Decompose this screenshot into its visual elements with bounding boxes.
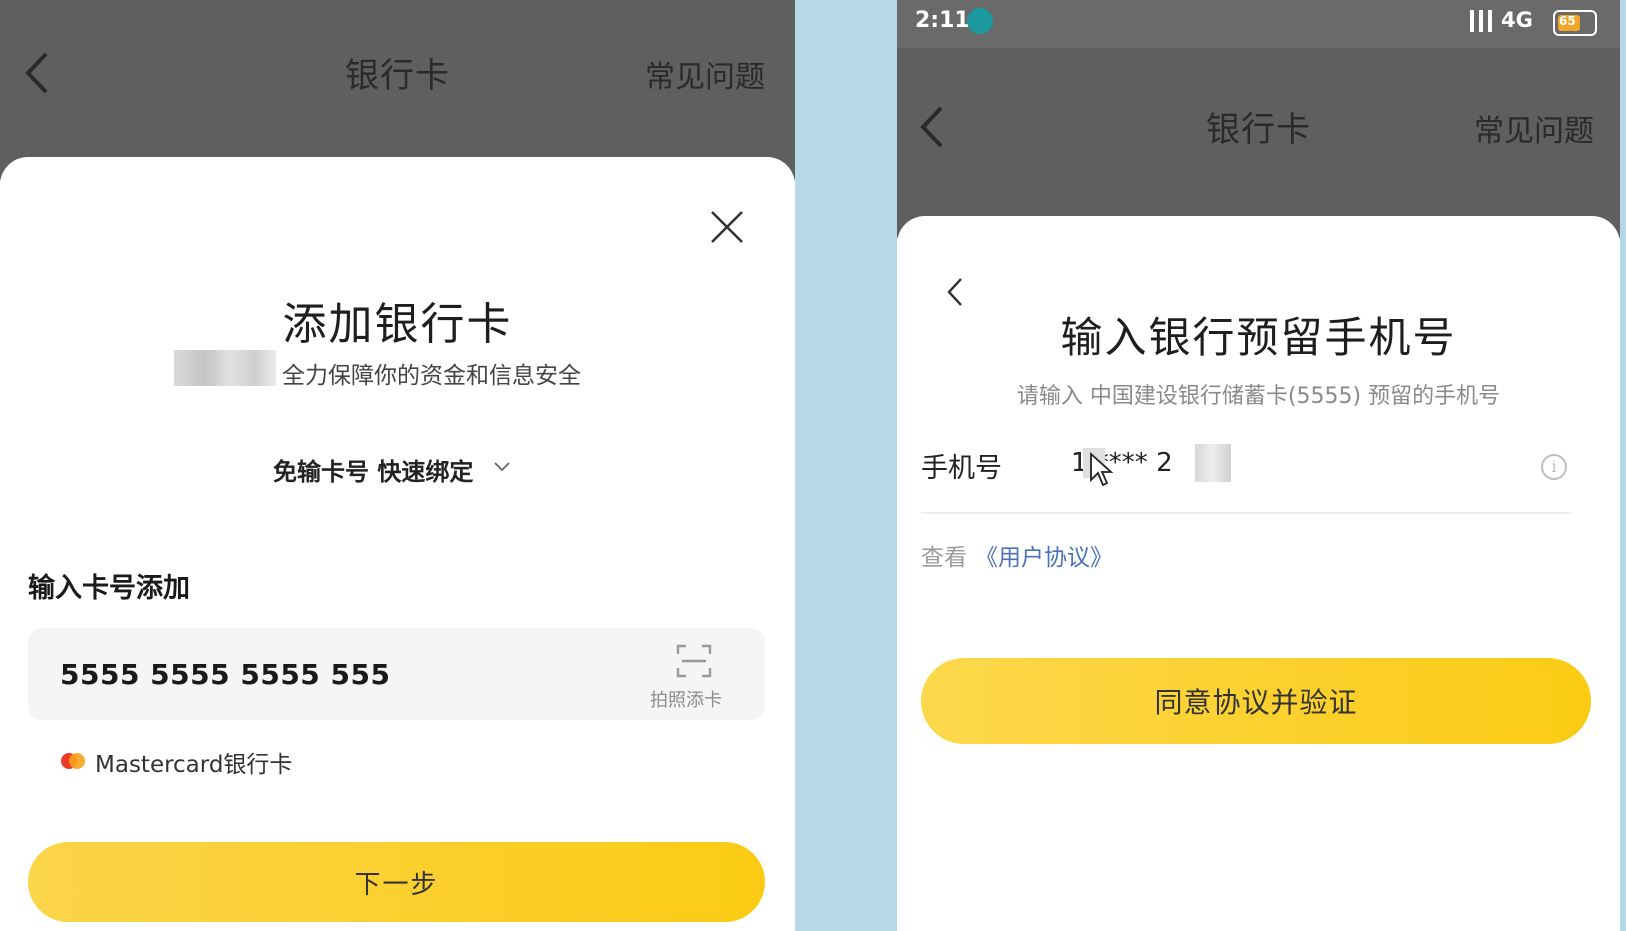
security-subtitle: 全力保障你的资金和信息安全 xyxy=(282,363,581,389)
user-agreement-link[interactable]: 《用户协议》 xyxy=(975,538,1113,572)
panel-divider xyxy=(795,0,897,931)
faq-link[interactable]: 常见问题 xyxy=(1474,106,1594,150)
faq-link[interactable]: 常见问题 xyxy=(645,52,765,96)
blurred-digit xyxy=(1195,444,1231,482)
close-icon[interactable] xyxy=(708,208,746,246)
sheet-title: 输入银行预留手机号 xyxy=(1060,313,1457,362)
left-screen: 银行卡 常见问题 添加银行卡 全力保障你的资金和信息安全 免输卡号 快速绑定 输… xyxy=(0,0,795,931)
scan-card-label[interactable]: 拍照添卡 xyxy=(650,686,722,712)
android-notification-icon xyxy=(967,8,993,34)
scan-card-icon[interactable] xyxy=(676,644,712,678)
section-title: 输入卡号添加 xyxy=(28,573,190,604)
battery-level: 65 xyxy=(1559,14,1576,28)
battery-icon: 65 xyxy=(1553,10,1597,36)
card-number-value[interactable]: 5555 5555 5555 555 xyxy=(60,658,390,691)
panel-edge xyxy=(1620,0,1626,931)
right-screen: 2:11 4G 65 银行卡 常见问题 输入银行预留手机号 请输入 中国建设银行… xyxy=(897,0,1620,931)
card-brand-label: Mastercard银行卡 xyxy=(95,752,293,778)
divider-line xyxy=(921,512,1571,514)
phone-label: 手机号 xyxy=(921,453,1002,484)
agree-and-verify-button[interactable]: 同意协议并验证 xyxy=(921,658,1591,744)
nav-bar: 银行卡 常见问题 xyxy=(897,48,1620,238)
network-type: 4G xyxy=(1501,8,1533,32)
quick-bind-option[interactable]: 免输卡号 快速绑定 xyxy=(273,452,473,487)
sheet-title: 添加银行卡 xyxy=(282,299,513,350)
sheet-subtitle: 请输入 中国建设银行储蓄卡(5555) 预留的手机号 xyxy=(1016,384,1501,409)
signal-icon xyxy=(1470,10,1492,32)
agreement-prefix: 查看 xyxy=(921,545,967,571)
next-step-button[interactable]: 下一步 xyxy=(28,842,765,922)
info-icon[interactable]: i xyxy=(1541,454,1567,480)
card-number-field[interactable]: 5555 5555 5555 555 拍照添卡 xyxy=(28,628,765,720)
mouse-cursor-icon xyxy=(1090,452,1114,487)
blurred-logo xyxy=(174,350,276,386)
chevron-down-icon[interactable] xyxy=(493,461,511,473)
status-time: 2:11 xyxy=(915,8,970,33)
nav-bar: 银行卡 常见问题 xyxy=(0,0,795,180)
status-bar: 2:11 4G 65 xyxy=(897,0,1620,48)
add-card-sheet xyxy=(0,157,795,931)
mastercard-icon xyxy=(61,753,85,769)
